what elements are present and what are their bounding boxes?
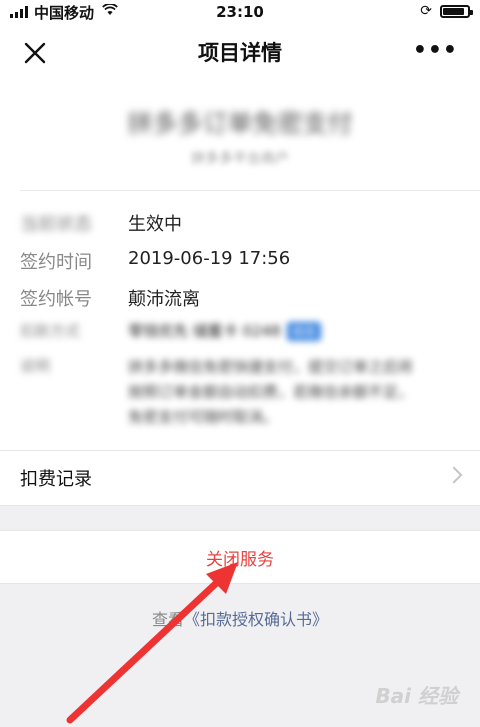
- detail-value: 生效中: [128, 214, 182, 235]
- chevron-right-icon: [445, 466, 463, 484]
- status-bar: 中国移动 23:10 ⟳: [0, 0, 480, 24]
- detail-key: 当前状态: [20, 214, 92, 235]
- page-title: 项目详情: [198, 41, 282, 65]
- battery-icon: [440, 4, 473, 18]
- wifi-icon: [102, 3, 118, 20]
- watermark: Bai 经验: [375, 684, 458, 708]
- agreement-link[interactable]: 《扣款授权确认书》: [184, 610, 328, 629]
- modify-badge[interactable]: 修改: [286, 322, 321, 341]
- detail-value: 2019-06-19 17:56: [128, 248, 291, 269]
- detail-row-sign-time: 签约时间 2019-06-19 17:56: [20, 248, 460, 274]
- rotation-lock-icon: ⟳: [420, 3, 432, 19]
- more-options-icon[interactable]: •••: [413, 40, 458, 62]
- agreement-line: 查看《扣款授权确认书》: [0, 606, 480, 630]
- detail-row-status: 当前状态 生效中: [20, 210, 460, 236]
- detail-value: 零钱优先 储蓄卡 0248: [128, 322, 281, 340]
- deduction-record-item[interactable]: 扣费记录: [0, 450, 480, 506]
- detail-row-note: 说明 拼多多微信免密快捷支付，提交订单之后将按照订单金额自动扣费，若微信余额不足…: [20, 355, 460, 430]
- detail-key: 签约帐号: [20, 289, 92, 310]
- deduction-record-label: 扣费记录: [20, 469, 92, 490]
- detail-key: 签约时间: [20, 252, 92, 273]
- payment-method-value: 零钱优先 储蓄卡 0248 修改: [128, 320, 321, 341]
- close-service-label: 关闭服务: [206, 549, 274, 570]
- nav-bar: 项目详情 •••: [0, 24, 480, 80]
- detail-key: 扣款方式: [20, 322, 81, 340]
- merchant-name: 拼多多订单免密支付: [127, 109, 353, 138]
- carrier-name: 中国移动: [34, 3, 95, 22]
- detail-row-payment-method: 扣款方式 零钱优先 储蓄卡 0248 修改: [20, 320, 460, 341]
- detail-card: 拼多多订单免密支付 拼多多平台商户 当前状态 生效中 签约时间 2019-06-…: [0, 80, 480, 450]
- merchant-subtitle: 拼多多平台商户: [191, 151, 289, 167]
- signal-icon: [10, 6, 28, 18]
- detail-row-account: 签约帐号 颠沛流离: [20, 285, 460, 311]
- agreement-prefix: 查看: [151, 610, 184, 629]
- close-icon[interactable]: [22, 40, 48, 66]
- detail-key: 说明: [20, 357, 51, 375]
- divider: [20, 190, 480, 191]
- detail-value: 颠沛流离: [128, 289, 200, 310]
- detail-value: 拼多多微信免密快捷支付，提交订单之后将按照订单金额自动扣费，若微信余额不足，免密…: [128, 358, 414, 426]
- close-service-button[interactable]: 关闭服务: [0, 530, 480, 584]
